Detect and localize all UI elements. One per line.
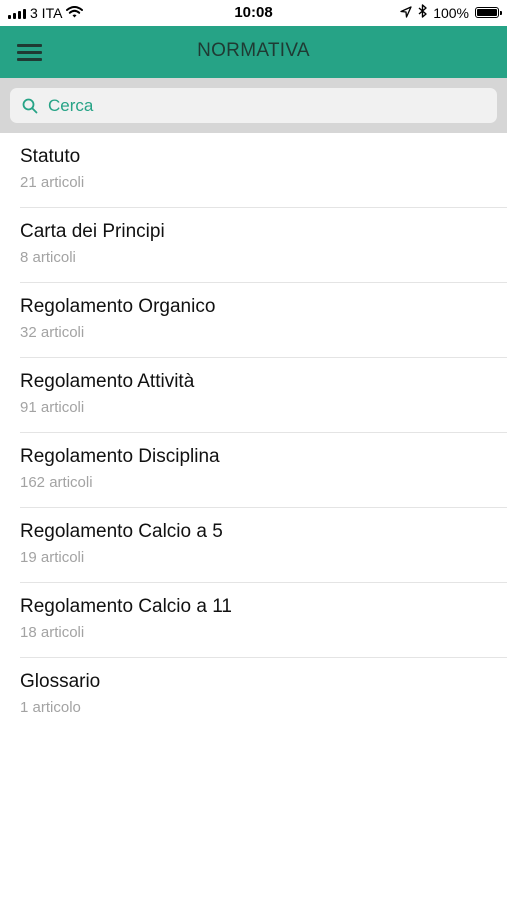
list-item-title: Carta dei Principi <box>20 221 165 242</box>
location-arrow-icon <box>400 5 412 21</box>
document-list: Statuto 21 articoli Carta dei Principi 8… <box>0 133 507 733</box>
list-item-subtitle: 32 articoli <box>20 324 85 341</box>
list-item-title: Regolamento Attività <box>20 371 195 392</box>
list-item-regolamento-calcio-a-11[interactable]: Regolamento Calcio a 11 18 articoli <box>0 583 507 658</box>
search-field[interactable] <box>10 88 497 123</box>
list-item-carta-dei-principi[interactable]: Carta dei Principi 8 articoli <box>0 208 507 283</box>
list-item-regolamento-disciplina[interactable]: Regolamento Disciplina 162 articoli <box>0 433 507 508</box>
list-item-subtitle: 91 articoli <box>20 399 85 416</box>
battery-percentage: 100% <box>433 4 469 21</box>
list-item-regolamento-calcio-a-5[interactable]: Regolamento Calcio a 5 19 articoli <box>0 508 507 583</box>
list-item-subtitle: 19 articoli <box>20 549 85 566</box>
list-item-title: Regolamento Calcio a 11 <box>20 596 232 617</box>
list-item-subtitle: 21 articoli <box>20 174 85 191</box>
list-item-regolamento-organico[interactable]: Regolamento Organico 32 articoli <box>0 283 507 358</box>
search-input[interactable] <box>46 94 490 117</box>
list-item-regolamento-attivita[interactable]: Regolamento Attività 91 articoli <box>0 358 507 433</box>
list-item-title: Regolamento Disciplina <box>20 446 220 467</box>
app-header: NORMATIVA <box>0 26 507 78</box>
battery-fill <box>477 9 497 16</box>
bluetooth-icon <box>418 4 427 21</box>
list-item-subtitle: 18 articoli <box>20 624 85 641</box>
list-item-statuto[interactable]: Statuto 21 articoli <box>0 133 507 208</box>
list-item-subtitle: 162 articoli <box>20 474 93 491</box>
search-bar <box>0 78 507 133</box>
list-item-subtitle: 1 articolo <box>20 699 81 716</box>
list-item-title: Regolamento Organico <box>20 296 216 317</box>
list-item-subtitle: 8 articoli <box>20 249 76 266</box>
list-item-glossario[interactable]: Glossario 1 articolo <box>0 658 507 733</box>
list-item-title: Regolamento Calcio a 5 <box>20 521 223 542</box>
search-icon <box>22 97 40 115</box>
status-right: 100% <box>400 4 502 21</box>
battery-icon <box>475 7 502 18</box>
page-title: NORMATIVA <box>197 40 310 61</box>
list-item-title: Statuto <box>20 146 81 167</box>
list-item-title: Glossario <box>20 671 101 692</box>
status-bar: 3 ITA 10:08 100% <box>0 0 507 26</box>
